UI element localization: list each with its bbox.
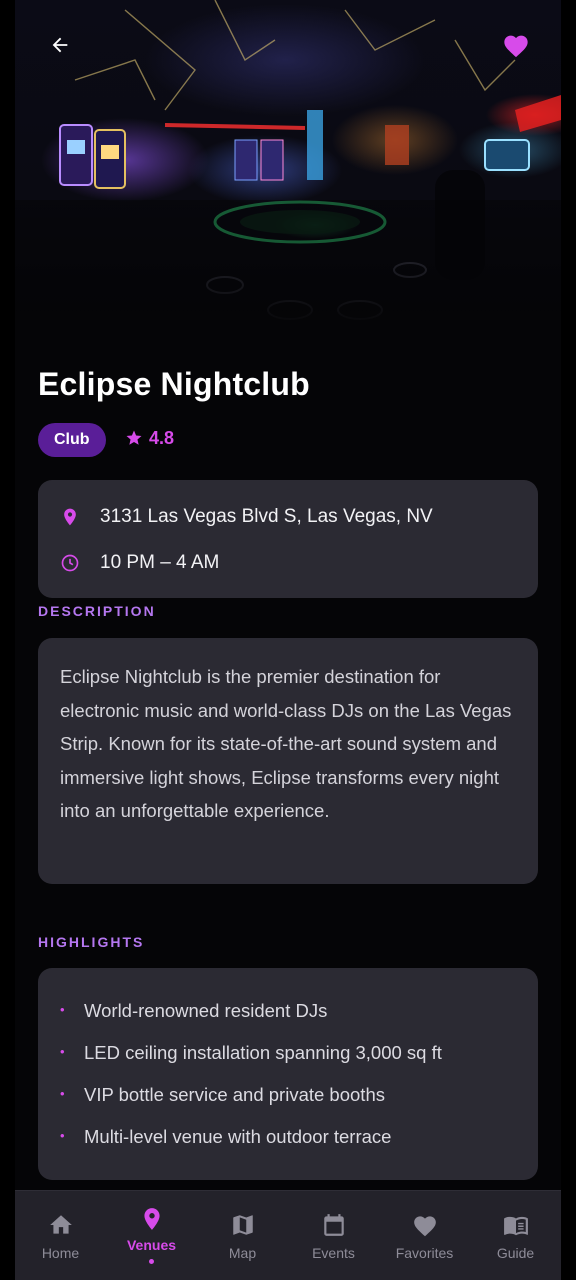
location-pin-icon	[143, 1208, 160, 1230]
venue-info-card: 3131 Las Vegas Blvd S, Las Vegas, NV 10 …	[38, 480, 538, 598]
venue-rating: 4.8	[125, 426, 174, 450]
favorite-button[interactable]	[499, 30, 533, 60]
highlights-card: • World-renowned resident DJs • LED ceilin…	[38, 968, 538, 1180]
description-text: Eclipse Nightclub is the premier destina…	[60, 666, 512, 822]
nav-label-home: Home	[41, 1245, 80, 1261]
nav-item-events[interactable]: Events	[288, 1191, 379, 1280]
list-item: • Multi-level venue with outdoor terrace	[60, 1126, 392, 1147]
category-badge: Club	[38, 423, 106, 457]
nav-label-map: Map	[228, 1245, 257, 1261]
description-section-label: DESCRIPTION	[38, 603, 156, 619]
map-icon	[232, 1215, 253, 1235]
list-item: • VIP bottle service and private booths	[60, 1084, 385, 1105]
address-text: 3131 Las Vegas Blvd S, Las Vegas, NV	[100, 506, 433, 527]
calendar-icon	[323, 1214, 344, 1236]
venue-detail-screen: Eclipse Nightclub Club 4.8 3131 Las Vega…	[15, 0, 561, 1280]
location-pin-icon	[64, 508, 76, 526]
address-row[interactable]: 3131 Las Vegas Blvd S, Las Vegas, NV	[60, 502, 433, 532]
rating-value: 4.8	[149, 427, 175, 448]
list-item: • LED ceiling installation spanning 3,000…	[60, 1042, 442, 1063]
home-icon	[49, 1215, 72, 1234]
nav-label-favorites: Favorites	[395, 1245, 454, 1261]
description-card: Eclipse Nightclub is the premier destina…	[38, 638, 538, 884]
nav-label-venues: Venues	[126, 1237, 177, 1253]
highlights-list: • World-renowned resident DJs • LED ceilin…	[60, 990, 442, 1158]
nav-item-map[interactable]: Map	[197, 1191, 288, 1280]
star-icon	[126, 430, 142, 445]
active-indicator-dot	[149, 1259, 154, 1264]
nav-label-guide: Guide	[496, 1245, 535, 1261]
hours-text: 10 PM – 4 AM	[100, 552, 220, 573]
nav-item-home[interactable]: Home	[15, 1191, 106, 1280]
clock-icon	[61, 554, 79, 572]
venue-hero-image	[15, 0, 561, 330]
heart-icon	[504, 35, 528, 58]
nav-label-events: Events	[312, 1245, 355, 1261]
heart-icon	[413, 1216, 436, 1237]
book-icon	[503, 1216, 528, 1236]
bottom-navigation: Home Venues Map Events Favorites Guide	[15, 1190, 561, 1280]
hours-row: 10 PM – 4 AM	[60, 548, 219, 578]
list-item: • World-renowned resident DJs	[60, 1000, 328, 1021]
arrow-left-icon	[52, 37, 68, 53]
nav-item-guide[interactable]: Guide	[470, 1191, 561, 1280]
nav-item-venues[interactable]: Venues	[106, 1191, 197, 1280]
back-button[interactable]	[45, 30, 75, 60]
nav-item-favorites[interactable]: Favorites	[379, 1191, 470, 1280]
highlights-section-label: HIGHLIGHTS	[38, 934, 145, 950]
venue-title: Eclipse Nightclub	[38, 366, 310, 402]
